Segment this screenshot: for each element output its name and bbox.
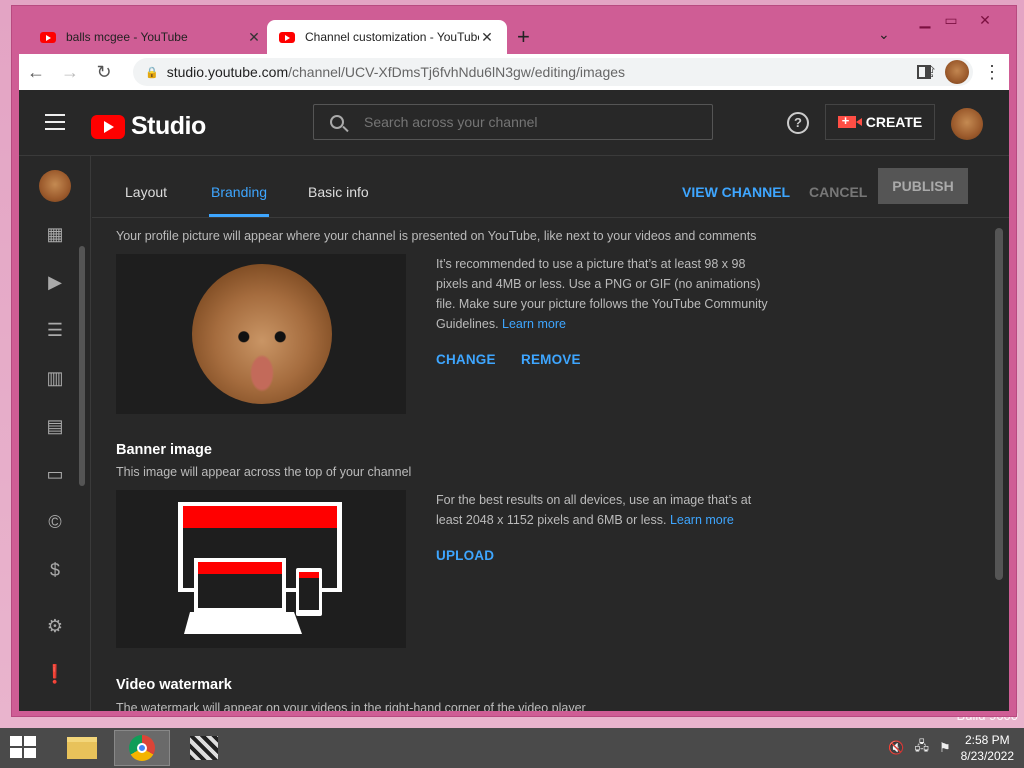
create-label: CREATE xyxy=(865,114,923,130)
lock-icon[interactable]: 🔒 xyxy=(145,66,159,79)
browser-toolbar: ← → ↻ 🔒 studio.youtube.com/channel/UCV-X… xyxy=(19,54,1009,90)
search-input[interactable] xyxy=(364,114,684,130)
studio-logo-text: Studio xyxy=(131,112,206,140)
video-watermark-description: The watermark will appear on your videos… xyxy=(116,701,586,711)
profile-picture-description: Your profile picture will appear where y… xyxy=(116,229,757,243)
account-avatar[interactable] xyxy=(951,108,983,140)
analytics-icon[interactable]: ▥ xyxy=(43,366,67,390)
youtube-favicon-icon xyxy=(40,31,56,43)
tab-strip: balls mcgee - YouTube ✕ Channel customiz… xyxy=(12,6,1016,54)
banner-recommendation: For the best results on all devices, use… xyxy=(436,490,776,530)
comments-icon[interactable]: ▤ xyxy=(43,414,67,438)
studio-sidebar: ▦ ▶ ☰ ▥ ▤ ▭ © $ ⚙ ❗ xyxy=(19,156,91,711)
dashboard-icon[interactable]: ▦ xyxy=(43,222,67,246)
clock[interactable]: 2:58 PM 8/23/2022 xyxy=(961,732,1014,764)
create-button[interactable]: CREATE xyxy=(825,104,935,140)
action-center-icon[interactable]: ⚑ xyxy=(939,740,951,756)
help-icon[interactable]: ? xyxy=(787,112,809,134)
banner-image-title: Banner image xyxy=(116,442,212,458)
more-menu-icon[interactable]: ⋮ xyxy=(983,62,1001,83)
forward-arrow-icon[interactable]: → xyxy=(53,62,87,83)
youtube-favicon-icon xyxy=(279,31,295,43)
devices-illustration-icon xyxy=(178,502,342,634)
banner-preview xyxy=(116,490,406,648)
settings-icon[interactable]: ⚙ xyxy=(43,614,67,638)
profile-picture-preview xyxy=(116,254,406,414)
banner-image-description: This image will appear across the top of… xyxy=(116,465,412,479)
profile-avatar[interactable] xyxy=(945,60,969,84)
copyright-icon[interactable]: © xyxy=(43,510,67,534)
url-host: studio.youtube.com xyxy=(166,64,289,80)
tab-close-icon[interactable]: ✕ xyxy=(479,29,495,46)
sidebar-scrollbar[interactable] xyxy=(79,246,85,486)
tab-layout[interactable]: Layout xyxy=(125,184,167,200)
cancel-button[interactable]: CANCEL xyxy=(809,184,867,200)
tab-title: balls mcgee - YouTube xyxy=(66,30,188,44)
browser-tab-active[interactable]: Channel customization - YouTube ✕ xyxy=(267,20,507,54)
search-box[interactable] xyxy=(313,104,713,140)
upload-button[interactable]: UPLOAD xyxy=(436,548,494,563)
playlists-icon[interactable]: ☰ xyxy=(43,318,67,342)
new-tab-button[interactable]: + xyxy=(517,24,530,50)
content-scrollbar[interactable] xyxy=(995,228,1003,580)
search-icon xyxy=(330,115,344,129)
clock-time: 2:58 PM xyxy=(964,733,1010,747)
remove-button[interactable]: REMOVE xyxy=(521,352,581,367)
browser-tab-inactive[interactable]: balls mcgee - YouTube ✕ xyxy=(28,20,274,54)
side-panel-icon[interactable] xyxy=(917,65,931,79)
active-tab-indicator xyxy=(209,214,269,217)
close-window-icon[interactable]: ✕ xyxy=(970,12,1000,29)
clock-date: 8/23/2022 xyxy=(960,749,1014,763)
feedback-icon[interactable]: ❗ xyxy=(43,662,67,686)
customization-content: Layout Branding Basic info VIEW CHANNEL … xyxy=(92,156,1009,711)
customization-tabs: Layout Branding Basic info VIEW CHANNEL … xyxy=(92,156,1009,218)
video-watermark-title: Video watermark xyxy=(116,677,232,693)
profile-recommendation-text: It’s recommended to use a picture that’s… xyxy=(436,257,768,331)
studio-page: Studio ? CREATE ▦ ▶ ☰ ▥ ▤ ▭ © $ ⚙ ❗ xyxy=(19,90,1009,711)
browser-window: balls mcgee - YouTube ✕ Channel customiz… xyxy=(11,5,1017,717)
change-button[interactable]: CHANGE xyxy=(436,352,496,367)
channel-avatar[interactable] xyxy=(39,170,71,202)
create-video-icon xyxy=(837,113,862,128)
url-path: /channel/UCV-XfDmsTj6fvhNdu6lN3gw/editin… xyxy=(288,64,626,80)
profile-picture-recommendation: It’s recommended to use a picture that’s… xyxy=(436,254,776,334)
taskbar: 🔇 🖧 ⚑ 2:58 PM 8/23/2022 xyxy=(0,728,1024,768)
file-explorer-icon[interactable] xyxy=(54,730,110,766)
network-icon[interactable]: 🖧 xyxy=(914,737,929,759)
tab-title: Channel customization - YouTube xyxy=(305,30,479,44)
youtube-logo-icon xyxy=(91,114,125,139)
banner-learn-more-link[interactable]: Learn more xyxy=(670,513,734,527)
subtitles-icon[interactable]: ▭ xyxy=(43,462,67,486)
view-channel-button[interactable]: VIEW CHANNEL xyxy=(682,184,790,200)
tab-basic-info[interactable]: Basic info xyxy=(308,184,369,200)
hamburger-menu-icon[interactable] xyxy=(45,114,65,130)
reload-icon[interactable]: ↻ xyxy=(87,62,121,83)
studio-logo[interactable]: Studio xyxy=(91,112,206,141)
studio-header: Studio ? CREATE xyxy=(19,90,1009,156)
profile-learn-more-link[interactable]: Learn more xyxy=(502,317,566,331)
back-arrow-icon[interactable]: ← xyxy=(19,62,53,83)
maximize-icon[interactable]: ▭ xyxy=(936,12,966,29)
publish-button[interactable]: PUBLISH xyxy=(878,168,968,204)
monetization-icon[interactable]: $ xyxy=(43,558,67,582)
content-icon[interactable]: ▶ xyxy=(43,270,67,294)
system-tray: 🔇 🖧 ⚑ 2:58 PM 8/23/2022 xyxy=(888,732,1014,764)
windows-start-icon[interactable] xyxy=(10,736,38,760)
tab-branding[interactable]: Branding xyxy=(211,184,267,200)
volume-muted-icon[interactable]: 🔇 xyxy=(888,740,904,756)
tab-close-icon[interactable]: ✕ xyxy=(246,29,262,46)
chrome-icon[interactable] xyxy=(114,730,170,766)
tab-search-chevron-icon[interactable]: ⌄ xyxy=(878,26,890,43)
address-bar[interactable]: 🔒 studio.youtube.com/channel/UCV-XfDmsTj… xyxy=(133,58,973,86)
profile-picture-image xyxy=(192,264,332,404)
app-icon[interactable] xyxy=(176,730,232,766)
